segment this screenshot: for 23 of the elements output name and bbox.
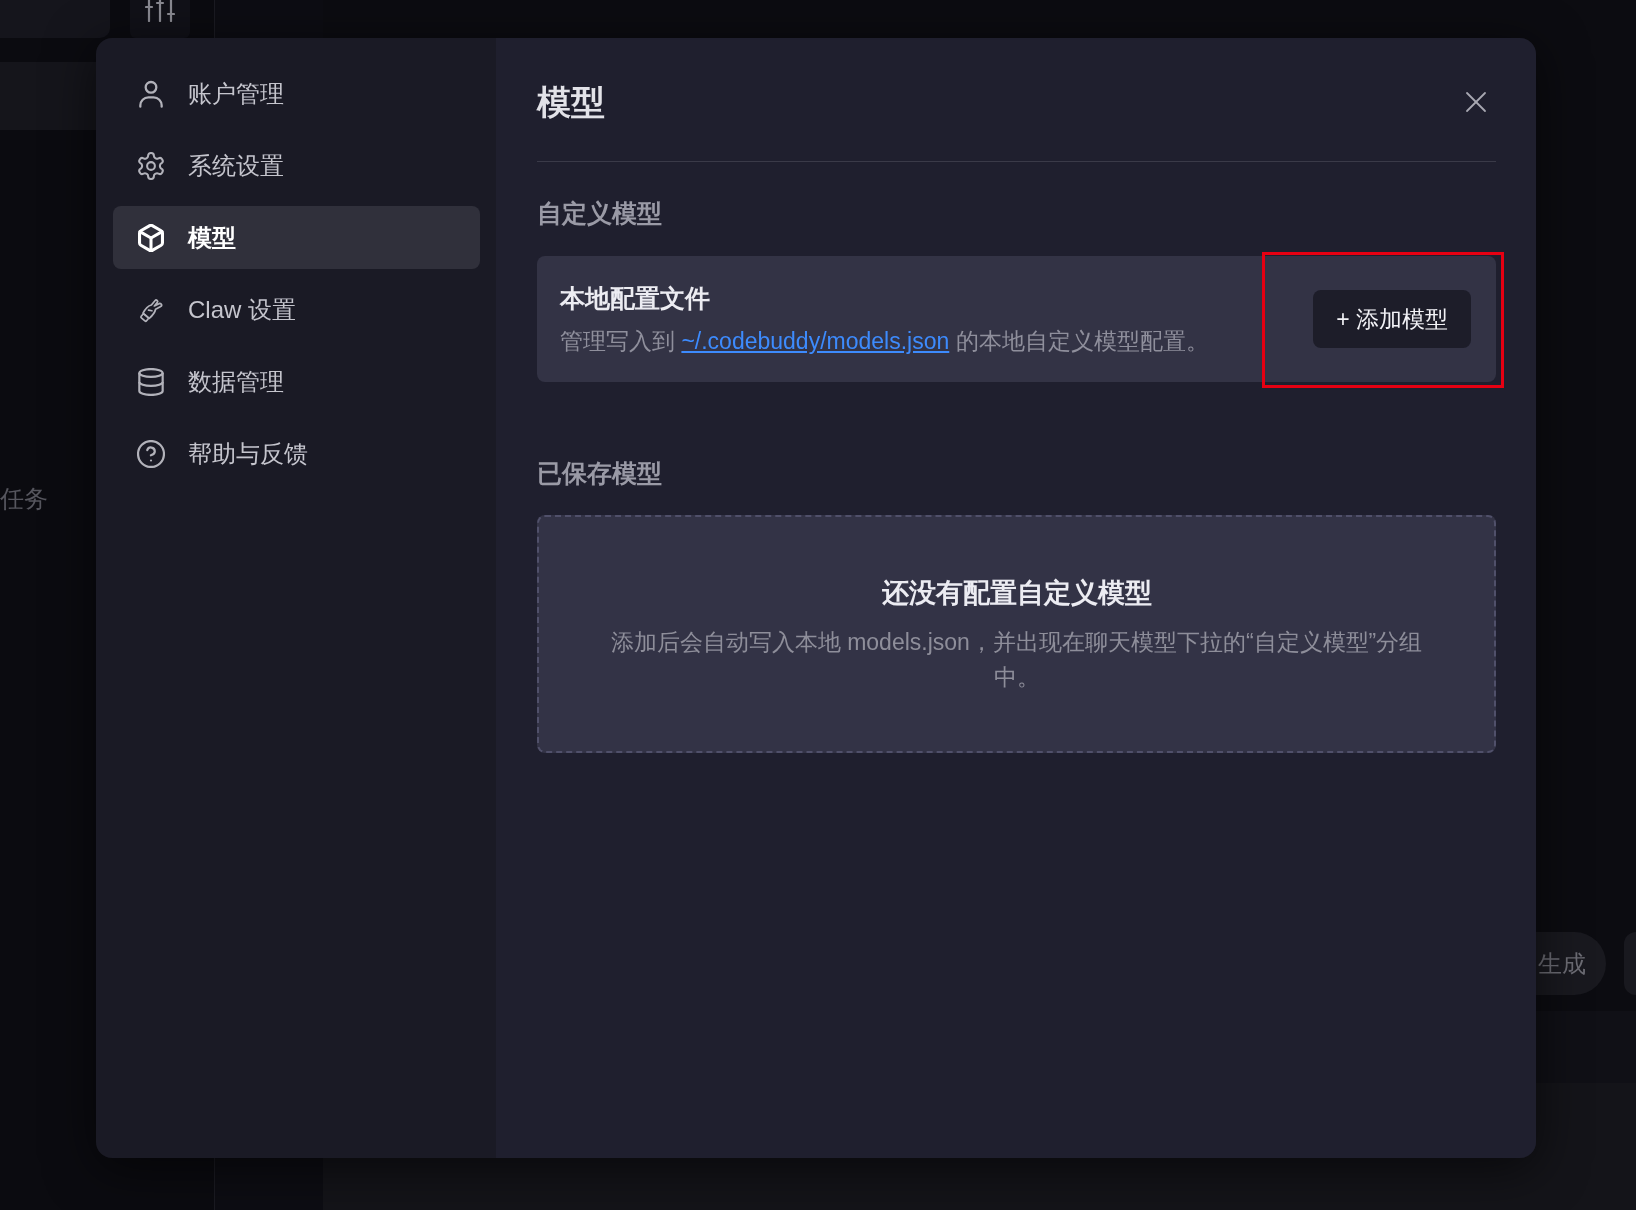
cube-icon bbox=[137, 223, 165, 252]
help-icon bbox=[137, 439, 165, 468]
empty-state-description: 添加后会自动写入本地 models.json，并出现在聊天模型下拉的“自定义模型”分组中。 bbox=[609, 628, 1424, 692]
person-icon bbox=[137, 79, 165, 108]
section-heading: 已保存模型 bbox=[537, 458, 663, 489]
sliders-icon[interactable] bbox=[145, 0, 175, 22]
add-model-button[interactable]: + 添加模型 bbox=[1313, 290, 1471, 348]
sidebar-item[interactable]: 账户管理 bbox=[113, 62, 480, 125]
database-icon bbox=[137, 367, 165, 396]
card-description: 管理写入到 ~/.codebuddy/models.json 的本地自定义模型配置。 bbox=[560, 327, 1209, 356]
sidebar-item[interactable]: 模型 bbox=[113, 206, 480, 269]
config-file-link[interactable]: ~/.codebuddy/models.json bbox=[681, 328, 950, 354]
close-icon bbox=[1465, 91, 1487, 113]
gear-icon bbox=[137, 151, 165, 180]
sidebar-text: 任务 bbox=[0, 484, 48, 514]
sidebar-item[interactable]: 系统设置 bbox=[113, 134, 480, 197]
sidebar-item[interactable]: Claw 设置 bbox=[113, 278, 480, 341]
card-title: 本地配置文件 bbox=[560, 283, 711, 314]
empty-state-title: 还没有配置自定义模型 bbox=[880, 577, 1153, 610]
sidebar-item[interactable]: 数据管理 bbox=[113, 350, 480, 413]
dialog-title: 模型 bbox=[537, 82, 605, 122]
sidebar-item[interactable]: 帮助与反馈 bbox=[113, 422, 480, 485]
section-heading: 自定义模型 bbox=[537, 198, 663, 229]
